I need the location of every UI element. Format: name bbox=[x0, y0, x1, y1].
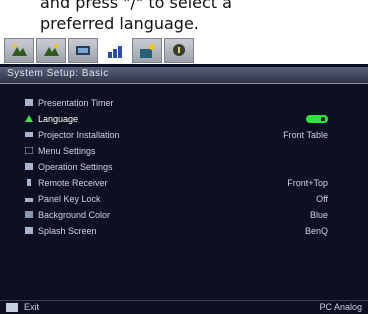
display-icon bbox=[76, 46, 90, 55]
lock-icon bbox=[25, 198, 33, 202]
menu-item-value: Front+Top bbox=[287, 178, 328, 188]
menu-item-panel-key-lock[interactable]: Panel Key Lock Off bbox=[0, 191, 368, 207]
information-icon bbox=[173, 44, 185, 56]
splash-screen-icon bbox=[25, 227, 33, 234]
menu-item-label: Presentation Timer bbox=[38, 98, 114, 108]
menu-item-label: Projector Installation bbox=[38, 130, 120, 140]
menu-title: System Setup: Basic bbox=[7, 68, 109, 79]
osd-menu-panel: System Setup: Basic Presentation Timer L… bbox=[0, 64, 368, 314]
menu-item-label: Menu Settings bbox=[38, 146, 96, 156]
menu-tabs bbox=[0, 38, 368, 64]
menu-item-language[interactable]: Language bbox=[0, 111, 368, 127]
menu-item-label: Language bbox=[38, 114, 79, 124]
tab-information[interactable] bbox=[164, 38, 194, 63]
menu-item-remote-receiver[interactable]: Remote Receiver Front+Top bbox=[0, 175, 368, 191]
menu-item-operation-settings[interactable]: Operation Settings bbox=[0, 159, 368, 175]
exit-hint[interactable]: Exit bbox=[24, 302, 39, 312]
caption-line-1: and press "/" to select a bbox=[40, 0, 232, 12]
operation-settings-icon bbox=[25, 163, 33, 170]
menu-item-label: Panel Key Lock bbox=[38, 194, 101, 204]
menu-item-presentation-timer[interactable]: Presentation Timer bbox=[0, 95, 368, 111]
menu-item-value: Blue bbox=[309, 210, 328, 220]
caption-line-2: preferred language. bbox=[40, 14, 199, 33]
tab-system-setup-advanced[interactable] bbox=[132, 38, 162, 63]
tab-picture[interactable] bbox=[4, 38, 34, 63]
menu-item-value: Front Table bbox=[283, 130, 328, 140]
projector-icon bbox=[25, 132, 33, 137]
language-icon bbox=[25, 115, 33, 122]
picture-advanced-icon bbox=[44, 44, 59, 56]
menu-item-projector-installation[interactable]: Projector Installation Front Table bbox=[0, 127, 368, 143]
menu-item-label: Splash Screen bbox=[38, 226, 97, 236]
menu-item-label: Background Color bbox=[38, 210, 111, 220]
background-color-icon bbox=[25, 211, 33, 218]
input-source: PC Analog bbox=[319, 302, 362, 312]
menu-settings-icon bbox=[25, 147, 33, 154]
menu-footer: Exit PC Analog bbox=[0, 300, 368, 314]
menu-item-splash-screen[interactable]: Splash Screen BenQ bbox=[0, 223, 368, 239]
system-setup-basic-icon bbox=[108, 46, 122, 58]
tab-picture-advanced[interactable] bbox=[36, 38, 66, 63]
tab-display[interactable] bbox=[68, 38, 98, 63]
timer-icon bbox=[25, 99, 33, 106]
menu-title-bar: System Setup: Basic bbox=[0, 67, 368, 84]
menu-item-label: Remote Receiver bbox=[38, 178, 108, 188]
menu-button-icon bbox=[6, 303, 18, 312]
system-setup-advanced-icon bbox=[140, 44, 155, 58]
tab-system-setup-basic[interactable] bbox=[100, 38, 130, 63]
menu-item-menu-settings[interactable]: Menu Settings bbox=[0, 143, 368, 159]
menu-item-value: BenQ bbox=[304, 226, 328, 236]
picture-icon bbox=[12, 44, 27, 56]
selection-indicator bbox=[306, 115, 328, 123]
menu-item-background-color[interactable]: Background Color Blue bbox=[0, 207, 368, 223]
instruction-caption: and press "/" to select a preferred lang… bbox=[0, 0, 368, 38]
remote-icon bbox=[27, 179, 31, 186]
menu-item-value: Off bbox=[316, 194, 328, 204]
menu-item-label: Operation Settings bbox=[38, 162, 113, 172]
